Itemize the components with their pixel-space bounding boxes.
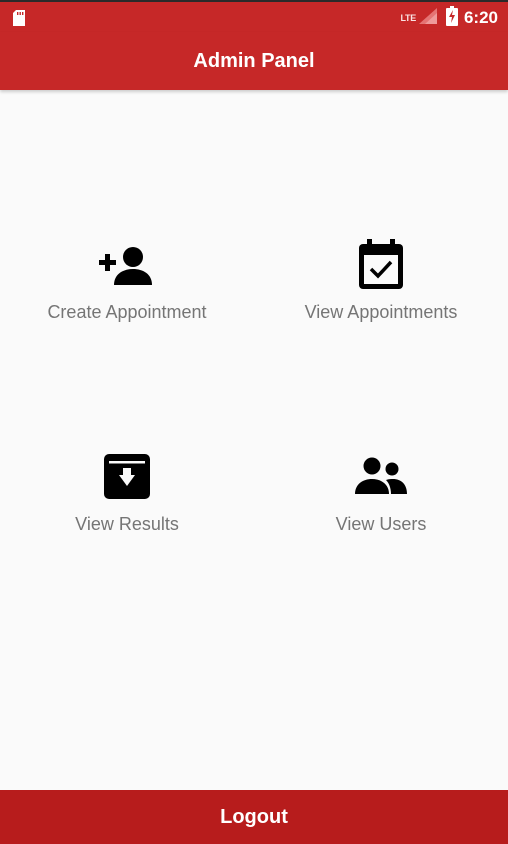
network-type: LTE (400, 13, 417, 23)
view-appointments-label: View Appointments (304, 302, 458, 322)
archive-icon (104, 450, 150, 502)
view-results-button[interactable]: View Results (0, 450, 254, 570)
sd-card-icon (12, 9, 26, 32)
app-bar: Admin Panel (0, 32, 508, 90)
status-bar: LTE 6:20 (0, 0, 508, 32)
app-bar-title: Admin Panel (193, 49, 315, 72)
supervisor-account-icon (355, 450, 407, 502)
signal-icon (418, 7, 438, 30)
view-results-label: View Results (75, 514, 179, 534)
status-time: 6:20 (463, 8, 498, 27)
logout-label: Logout (220, 805, 288, 828)
view-appointments-button[interactable]: View Appointments (254, 238, 508, 358)
logout-button[interactable]: Logout (0, 790, 508, 844)
create-appointment-label: Create Appointment (47, 302, 207, 322)
battery-charging-icon (445, 5, 458, 31)
view-users-button[interactable]: View Users (254, 450, 508, 570)
add-person-icon (99, 238, 155, 290)
calendar-check-icon (358, 238, 404, 290)
create-appointment-button[interactable]: Create Appointment (0, 238, 254, 358)
view-users-label: View Users (335, 514, 427, 534)
